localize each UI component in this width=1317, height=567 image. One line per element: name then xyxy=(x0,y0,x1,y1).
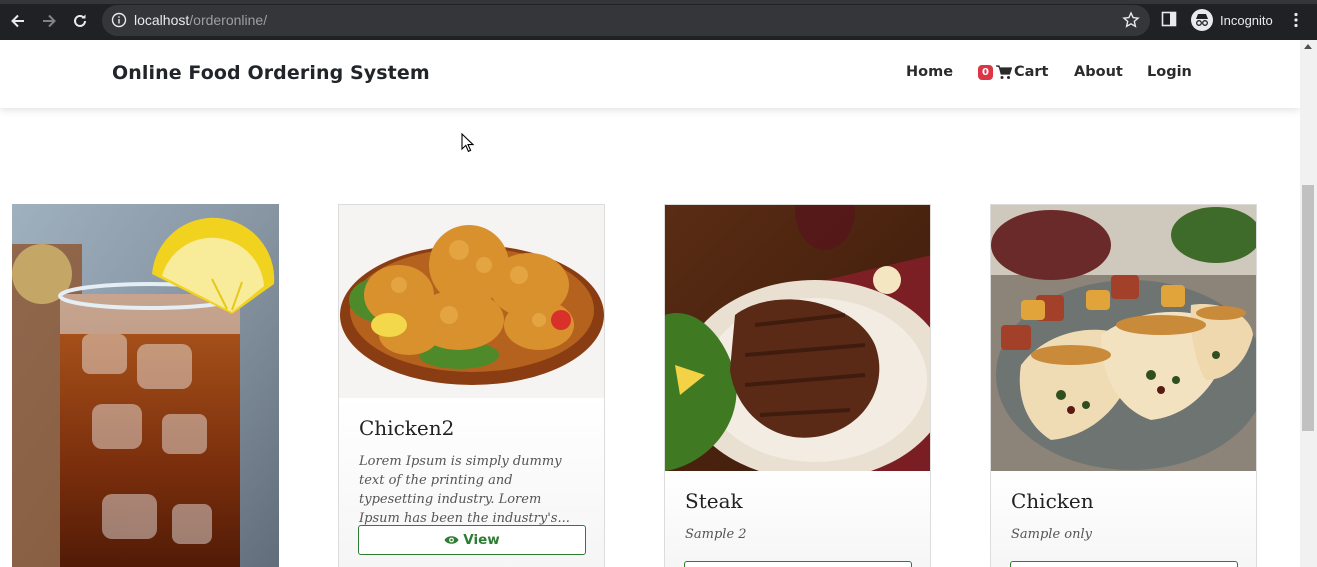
address-bar[interactable]: localhost/orderonline/ xyxy=(102,5,1150,36)
url-host: localhost xyxy=(134,12,190,28)
product-card[interactable]: Chicken Sample only xyxy=(990,204,1257,567)
bookmark-star-icon[interactable] xyxy=(1122,11,1140,29)
profile-label: Incognito xyxy=(1220,12,1273,28)
stuffed-chicken-photo xyxy=(991,205,1256,471)
incognito-icon xyxy=(1191,9,1213,31)
shopping-cart-icon xyxy=(995,64,1012,79)
product-card-body: Steak Sample 2 xyxy=(665,471,930,567)
tab-strip-edge xyxy=(0,0,1317,4)
url-path: /orderonline/ xyxy=(189,12,268,28)
fried-chicken-photo xyxy=(339,205,604,398)
site-navbar: Online Food Ordering System Home 0 Cart … xyxy=(0,40,1300,108)
scrollbar-thumb[interactable] xyxy=(1302,185,1314,431)
nav-home-link[interactable]: Home xyxy=(906,64,953,80)
mouse-pointer-icon xyxy=(461,133,475,153)
arrow-left-icon xyxy=(11,14,24,28)
product-name: Steak xyxy=(685,489,743,513)
view-button[interactable] xyxy=(684,561,912,567)
product-card[interactable]: Chicken2 Lorem Ipsum is simply dummy tex… xyxy=(338,204,605,567)
product-description: Lorem Ipsum is simply dummy text of the … xyxy=(359,454,570,526)
browser-toolbar: localhost/orderonline/ Incognito xyxy=(0,0,1317,40)
eye-icon xyxy=(444,536,459,544)
reload-icon xyxy=(74,14,86,27)
view-button[interactable] xyxy=(1010,561,1238,567)
steak-photo xyxy=(665,205,930,471)
info-icon[interactable] xyxy=(111,12,127,28)
nav-cart-link[interactable]: 0 Cart xyxy=(978,64,1048,80)
product-image[interactable] xyxy=(12,204,279,567)
page-viewport: Online Food Ordering System Home 0 Cart … xyxy=(0,40,1317,567)
product-card-body: Chicken Sample only xyxy=(991,471,1256,567)
menu-dots-icon[interactable] xyxy=(1287,11,1305,29)
product-image[interactable] xyxy=(991,205,1256,471)
product-description: Sample 2 xyxy=(685,527,747,542)
cart-count-badge: 0 xyxy=(978,64,993,80)
site-brand[interactable]: Online Food Ordering System xyxy=(112,62,430,84)
product-description: Sample only xyxy=(1011,527,1092,542)
arrow-right-icon xyxy=(43,14,56,28)
product-image[interactable] xyxy=(339,205,604,398)
product-name: Chicken xyxy=(1011,489,1094,513)
page-scrollbar[interactable] xyxy=(1300,40,1317,567)
view-button[interactable]: View xyxy=(358,525,586,555)
nav-login-link[interactable]: Login xyxy=(1147,64,1192,80)
nav-cart-label: Cart xyxy=(1013,64,1049,80)
view-button-label: View xyxy=(463,532,500,548)
forward-button[interactable] xyxy=(38,10,60,32)
incognito-profile-button[interactable]: Incognito xyxy=(1187,6,1283,34)
scroll-up-arrow-icon[interactable] xyxy=(1304,44,1312,49)
iced-tea-photo xyxy=(12,204,279,567)
product-card[interactable] xyxy=(12,204,279,567)
back-button[interactable] xyxy=(7,10,29,32)
product-card[interactable]: Steak Sample 2 xyxy=(664,204,931,567)
product-image[interactable] xyxy=(665,205,930,471)
product-name: Chicken2 xyxy=(359,416,455,440)
nav-about-link[interactable]: About xyxy=(1074,64,1123,80)
side-panel-icon[interactable] xyxy=(1161,11,1177,27)
url-text[interactable]: localhost/orderonline/ xyxy=(134,12,267,28)
reload-button[interactable] xyxy=(69,10,91,32)
